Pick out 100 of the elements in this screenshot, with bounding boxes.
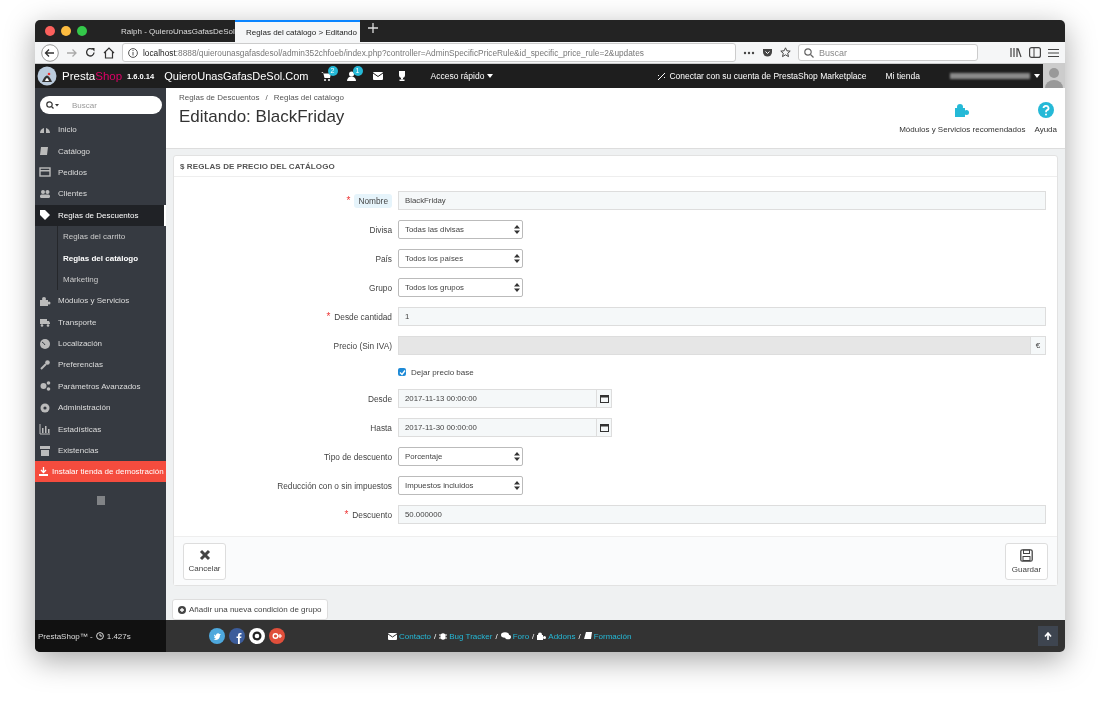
library-icon[interactable] [1010,47,1022,58]
menu-icon[interactable] [1048,47,1059,58]
breadcrumb-link[interactable]: Reglas de Descuentos [179,93,260,102]
url-text: localhost:8888/quierounasgafasdesol/admin352chfoeb/index.php?controller=AdminSpecificPriceRule&id_specific_price_rule=2&updates [143,47,644,58]
menu-item[interactable]: Transporte [35,311,166,333]
menu-item[interactable]: Módulos y Servicios [35,290,166,312]
browser-tab[interactable]: Ralph - QuieroUnasGafasDeSol [110,20,235,42]
cancel-button[interactable]: Cancelar [183,542,226,580]
puzzle-icon [537,632,547,640]
footer-link[interactable]: Formación [593,631,632,641]
shield-icon[interactable] [762,47,773,58]
credit-card-icon [39,166,51,179]
field-label: País [375,253,392,264]
search-icon [46,101,59,109]
zoom-button[interactable] [77,26,87,36]
menu-item[interactable]: Inicio [35,119,166,141]
address-field[interactable]: localhost:8888/quierounasgafasdesol/admin352chfoeb/index.php?controller=AdminSpecificPriceRule&id_specific_price_rule=2&updates [122,43,736,62]
footer-link[interactable]: Foro [512,631,530,641]
menu-item[interactable]: Catálogo [35,140,166,162]
search-field[interactable]: Buscar [64,100,156,110]
footer-link[interactable]: Addons [548,631,576,641]
back-icon[interactable] [41,43,59,62]
menu-item[interactable]: Pedidos [35,161,166,184]
save-button[interactable]: Guardar [1005,542,1048,580]
plus-icon[interactable] [368,23,378,33]
book-icon [39,145,51,158]
currency-addon: € [1031,336,1046,355]
more-icon[interactable] [743,50,755,55]
help-icon [1037,102,1054,118]
submenu-item[interactable]: Reglas del catálogo [58,247,166,269]
mail-icon [388,632,397,640]
download-icon [39,467,48,477]
menu-item[interactable]: Clientes [35,183,166,205]
menu-item[interactable]: Existencias [35,439,166,462]
users-icon [39,187,51,200]
chat-icon [500,632,511,640]
minimize-button[interactable] [61,26,71,36]
menu-item[interactable]: Administración [35,397,166,419]
dropdown-arrow-icon [514,283,520,292]
reload-icon[interactable] [85,47,96,58]
breadcrumb-separator: / [265,93,268,102]
wrench-icon [39,359,51,371]
clock-icon [95,632,104,640]
archive-icon [39,444,51,457]
sidebar-icon[interactable] [1029,47,1041,58]
field-label: Grupo [368,282,392,293]
link-separator: / [495,631,498,641]
link-icon [657,71,667,81]
quick-access-menu[interactable]: Acceso rápido [430,71,494,81]
page-title: Editando: BlackFriday [179,107,345,127]
trophy-icon[interactable] [396,71,407,81]
add-condition-button[interactable]: Añadir una nueva condición de grupo [172,599,328,620]
link-separator: / [578,631,581,641]
submenu-item[interactable]: Márketing [58,268,166,291]
scroll-top-button[interactable] [1038,626,1058,646]
calendar-button[interactable] [597,389,612,408]
search-field[interactable]: Buscar [798,44,978,61]
star-icon[interactable] [780,47,791,58]
footer-link[interactable]: Bug Tracker [449,631,493,641]
shop-name[interactable]: QuieroUnasGafasDeSol.Com [164,70,309,82]
cart-icon[interactable] [320,71,331,81]
breadcrumb-link[interactable]: Reglas del catálogo [273,93,344,102]
tag-icon [39,209,51,222]
calendar-icon [599,394,609,403]
field-label: Tipo de descuento [324,451,392,462]
submenu-item[interactable]: Reglas del carrito [58,225,166,248]
user-icon[interactable] [346,71,356,81]
home-icon[interactable] [103,46,115,59]
gears-icon [39,380,51,393]
caret-icon[interactable] [1034,74,1040,78]
demo-install-button[interactable]: Instalar tienda de demostración [35,461,166,483]
footer-link[interactable]: Contacto [399,631,432,641]
shop-link[interactable]: Mi tienda [885,71,920,81]
field-label: Precio (Sin IVA) [333,340,392,351]
toolbar-button[interactable]: Módulos y Servicios recomendados [899,102,1026,134]
link-separator: / [434,631,437,641]
facebook-button[interactable] [229,628,245,644]
calendar-button[interactable] [597,418,612,437]
checkmark-icon [398,368,406,376]
menu-item[interactable]: Estadísticas [35,418,166,440]
panel-heading: $ REGLAS DE PRECIO DEL CATÁLOGO [174,156,1057,177]
google-plus-button[interactable] [269,628,285,644]
checkbox-label: Dejar precio base [411,367,474,377]
marketplace-link[interactable]: Conectar con su cuenta de PrestaShop Marketplace [657,71,867,81]
close-button[interactable] [45,26,55,36]
mail-icon[interactable] [372,72,383,80]
search-field[interactable]: Buscar [40,96,162,114]
collapse-icon[interactable] [96,496,105,506]
menu-item[interactable]: Preferencias [35,354,166,376]
menu-item[interactable]: Localización [35,332,166,355]
link-separator: / [532,631,535,641]
search-field[interactable]: Buscar [819,47,972,58]
toolbar-button[interactable]: Ayuda [1034,102,1057,134]
menu-item[interactable]: Parámetros Avanzados [35,375,166,398]
field-label: Desde cantidad [334,312,392,322]
twitter-button[interactable] [209,628,225,644]
checkbox[interactable] [398,368,406,376]
field-label: Desde [368,393,392,404]
browser-tab[interactable]: Reglas del catálogo > Editando [235,20,360,42]
menu-item[interactable]: Reglas de Descuentos [35,204,166,226]
